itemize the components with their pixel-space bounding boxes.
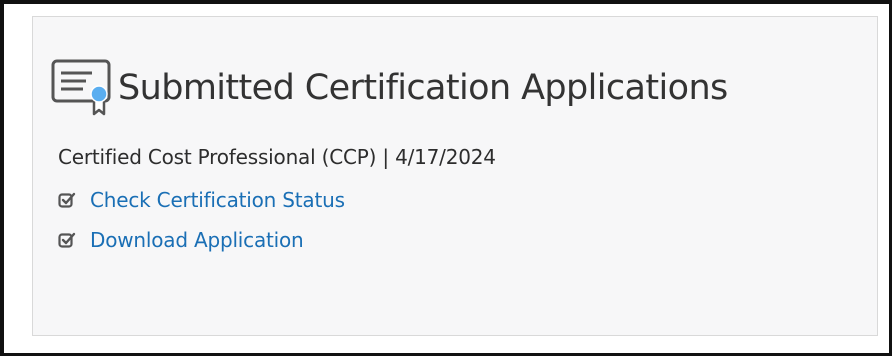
download-application-link[interactable]: Download Application — [90, 228, 304, 252]
check-status-action[interactable]: Check Certification Status — [58, 188, 345, 212]
check-certification-status-link[interactable]: Check Certification Status — [90, 188, 345, 212]
checkbox-check-icon — [58, 192, 90, 208]
certificate-icon — [50, 58, 116, 118]
download-application-action[interactable]: Download Application — [58, 228, 304, 252]
page-title: Submitted Certification Applications — [118, 67, 728, 108]
application-summary: Certified Cost Professional (CCP) | 4/17… — [58, 145, 496, 169]
section-heading: Submitted Certification Applications — [50, 58, 728, 118]
checkbox-check-icon — [58, 232, 90, 248]
